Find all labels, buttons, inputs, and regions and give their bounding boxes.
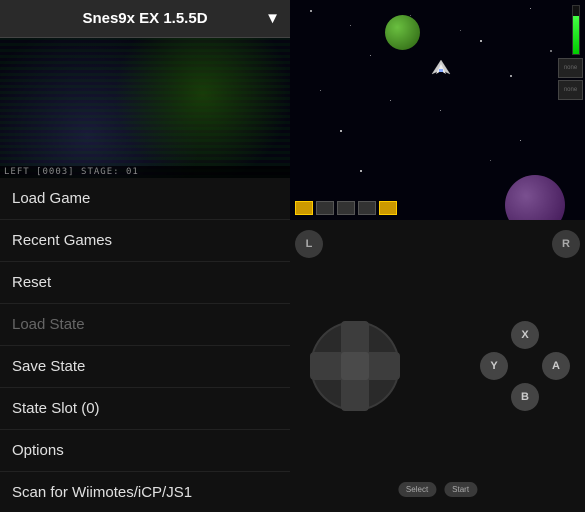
menu-item-reset[interactable]: Reset [0,262,290,304]
menu-list: Load Game Recent Games Reset Load State … [0,178,290,512]
score-block-0 [295,201,313,215]
face-buttons: X Y A B [480,321,570,411]
menu-item-state-slot[interactable]: State Slot (0) [0,388,290,430]
item-box-1: none [558,58,583,78]
score-block-2 [337,201,355,215]
b-button[interactable]: B [511,383,539,411]
menu-item-load-game[interactable]: Load Game [0,178,290,220]
menu-item-recent-games[interactable]: Recent Games [0,220,290,262]
menu-item-save-state[interactable]: Save State [0,346,290,388]
title-bar: Snes9x EX 1.5.5D ▼ [0,0,290,38]
start-button[interactable]: Start [444,482,477,497]
dropdown-arrow-icon[interactable]: ▼ [265,10,280,27]
energy-bar [572,5,580,55]
planet-green [385,15,420,50]
controller-area: L R X Y A B [290,220,585,512]
score-block-4 [379,201,397,215]
game-screen: none none [290,0,585,220]
right-panel: none none L [290,0,585,512]
l-button[interactable]: L [295,230,323,258]
score-block-1 [316,201,334,215]
select-button[interactable]: Select [398,482,436,497]
score-row [295,201,397,215]
spaceship [430,60,450,74]
game-preview: LEFT [0003] STAGE: 01 [0,38,290,178]
select-start-row: Select Start [398,482,477,497]
a-button[interactable]: A [542,352,570,380]
y-button[interactable]: Y [480,352,508,380]
app-title: Snes9x EX 1.5.5D [82,10,207,27]
dpad-center [341,352,369,380]
score-block-3 [358,201,376,215]
item-box-2: none [558,80,583,100]
menu-item-scan-wiimotes[interactable]: Scan for Wiimotes/iCP/JS1 [0,472,290,512]
menu-item-load-state[interactable]: Load State [0,304,290,346]
menu-item-options[interactable]: Options [0,430,290,472]
dpad[interactable] [305,316,405,416]
energy-fill [573,16,579,54]
x-button[interactable]: X [511,321,539,349]
planet-purple [505,175,565,220]
star-field: none none [290,0,585,220]
left-panel: Snes9x EX 1.5.5D ▼ LEFT [0003] STAGE: 01… [0,0,290,512]
r-button[interactable]: R [552,230,580,258]
item-boxes: none none [558,58,583,100]
status-bar: LEFT [0003] STAGE: 01 [0,166,290,178]
